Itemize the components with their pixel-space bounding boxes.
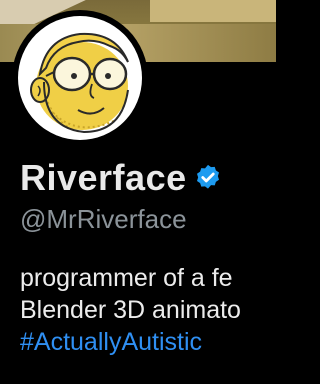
display-name: Riverface xyxy=(20,157,187,198)
avatar-frame[interactable] xyxy=(12,10,148,146)
bio: programmer of a fe Blender 3D animato #A… xyxy=(20,262,276,358)
name-row: Riverface xyxy=(20,158,276,198)
avatar[interactable] xyxy=(18,16,142,140)
verified-badge-icon[interactable] xyxy=(193,163,223,193)
avatar-drawing xyxy=(30,32,129,134)
bio-line: Blender 3D animato xyxy=(20,296,241,324)
bio-hashtag-link[interactable]: #ActuallyAutistic xyxy=(20,326,276,358)
profile-info: Riverface @MrRiverface programmer of a f… xyxy=(20,158,276,358)
banner-wood-plank xyxy=(150,0,276,22)
bio-line: programmer of a fe xyxy=(20,264,233,292)
user-handle: @MrRiverface xyxy=(20,204,187,234)
